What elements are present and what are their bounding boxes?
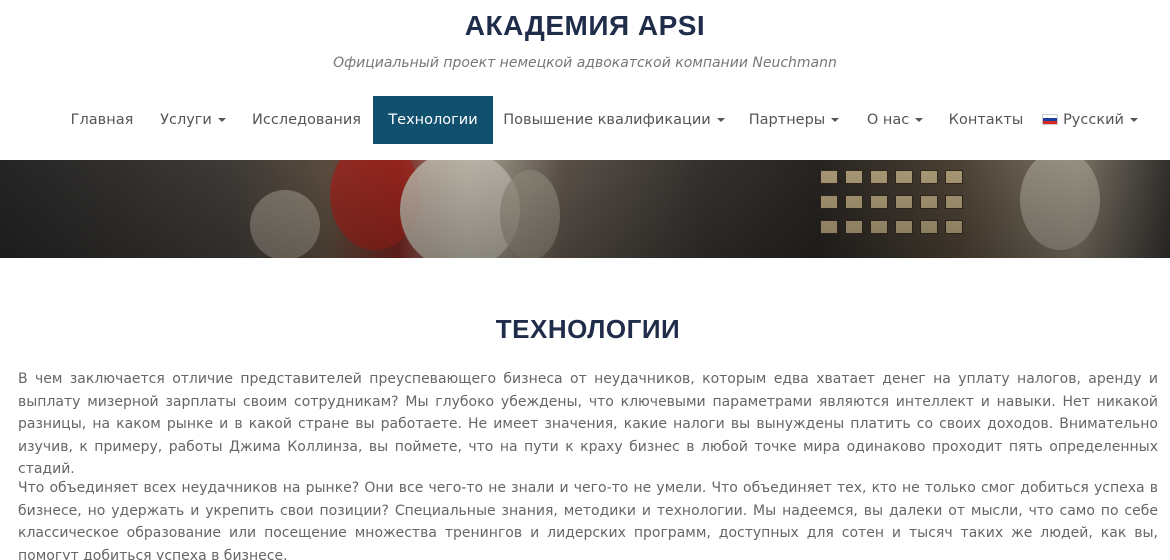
nav-item-home[interactable]: Главная xyxy=(58,96,146,144)
nav-item-technologies[interactable]: Технологии xyxy=(373,96,493,144)
paragraph: Что объединяет всех неудачников на рынке… xyxy=(18,480,1158,560)
caret-down-icon xyxy=(915,118,924,122)
nav-item-label: Исследования xyxy=(252,112,361,128)
nav-item-label: Контакты xyxy=(948,112,1024,128)
nav-item-label: Главная xyxy=(70,112,134,128)
site-tagline: Официальный проект немецкой адвокатской … xyxy=(333,55,837,71)
russia-flag-icon xyxy=(1042,114,1059,125)
language-selector[interactable]: Русский xyxy=(1035,96,1145,144)
nav-item-label: Услуги xyxy=(160,112,212,128)
nav-item-training[interactable]: Повышение квалификации xyxy=(493,96,735,144)
caret-down-icon xyxy=(716,118,725,122)
caret-down-icon xyxy=(217,118,226,122)
banner-overlay xyxy=(0,160,1170,258)
site-header: АКАДЕМИЯ APSI Официальный проект немецко… xyxy=(0,0,1170,160)
nav-item-services[interactable]: Услуги xyxy=(146,96,240,144)
nav-item-label: Технологии xyxy=(388,112,478,128)
nav-item-partners[interactable]: Партнеры xyxy=(735,96,853,144)
nav-item-label: Повышение квалификации xyxy=(503,112,711,128)
nav-item-research[interactable]: Исследования xyxy=(240,96,373,144)
nav-item-about[interactable]: О нас xyxy=(853,96,937,144)
caret-down-icon xyxy=(831,118,840,122)
site-title[interactable]: АКАДЕМИЯ APSI xyxy=(0,10,1170,42)
language-label: Русский xyxy=(1063,112,1124,128)
nav-item-label: О нас xyxy=(866,112,910,128)
paragraph: В чем заключается отличие представителей… xyxy=(18,371,1158,477)
page-title: ТЕХНОЛОГИИ xyxy=(495,314,681,344)
nav-item-contacts[interactable]: Контакты xyxy=(937,96,1035,144)
main-navigation: Главная Услуги Исследования Технологии П… xyxy=(0,96,1170,144)
caret-down-icon xyxy=(1129,118,1138,122)
header-banner-image xyxy=(0,160,1170,258)
nav-item-label: Партнеры xyxy=(748,112,826,128)
